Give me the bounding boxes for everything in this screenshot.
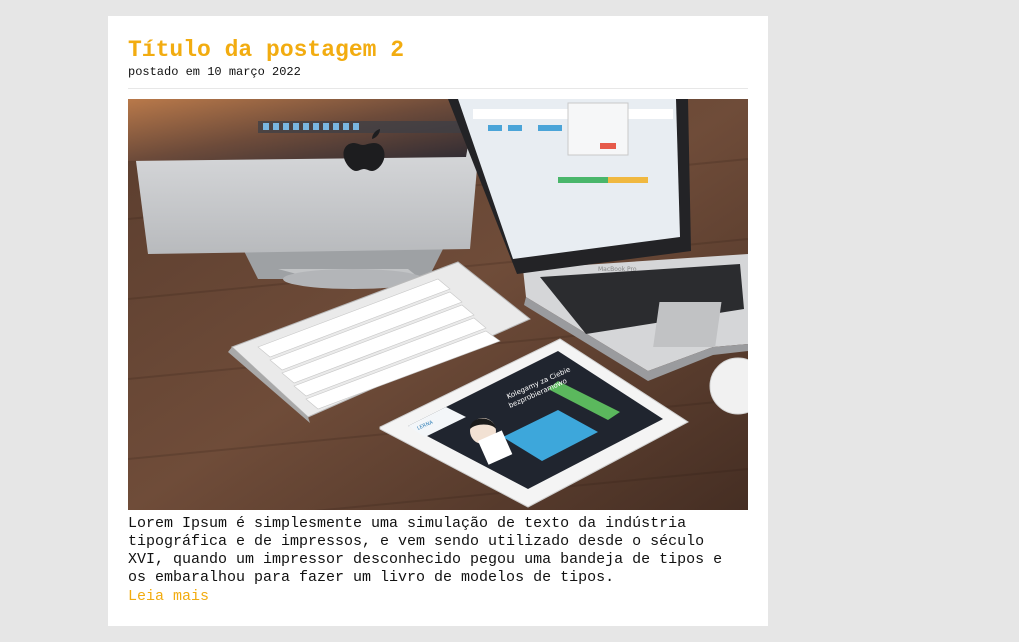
post-excerpt: Lorem Ipsum é simplesmente uma simulação… (128, 515, 723, 586)
divider (128, 88, 748, 89)
laptop-brand: MacBook Pro (598, 266, 637, 273)
post-card: Título da postagem 2 postado em 10 março… (108, 16, 768, 626)
post-date: postado em 10 março 2022 (128, 65, 301, 79)
read-more-link[interactable]: Leia mais (128, 588, 209, 606)
workspace-photo: MacBook Pro Kolegamy za Ciebie bezprobie… (128, 99, 748, 510)
post-title[interactable]: Título da postagem 2 (128, 36, 748, 64)
post-image: MacBook Pro Kolegamy za Ciebie bezprobie… (128, 99, 748, 510)
